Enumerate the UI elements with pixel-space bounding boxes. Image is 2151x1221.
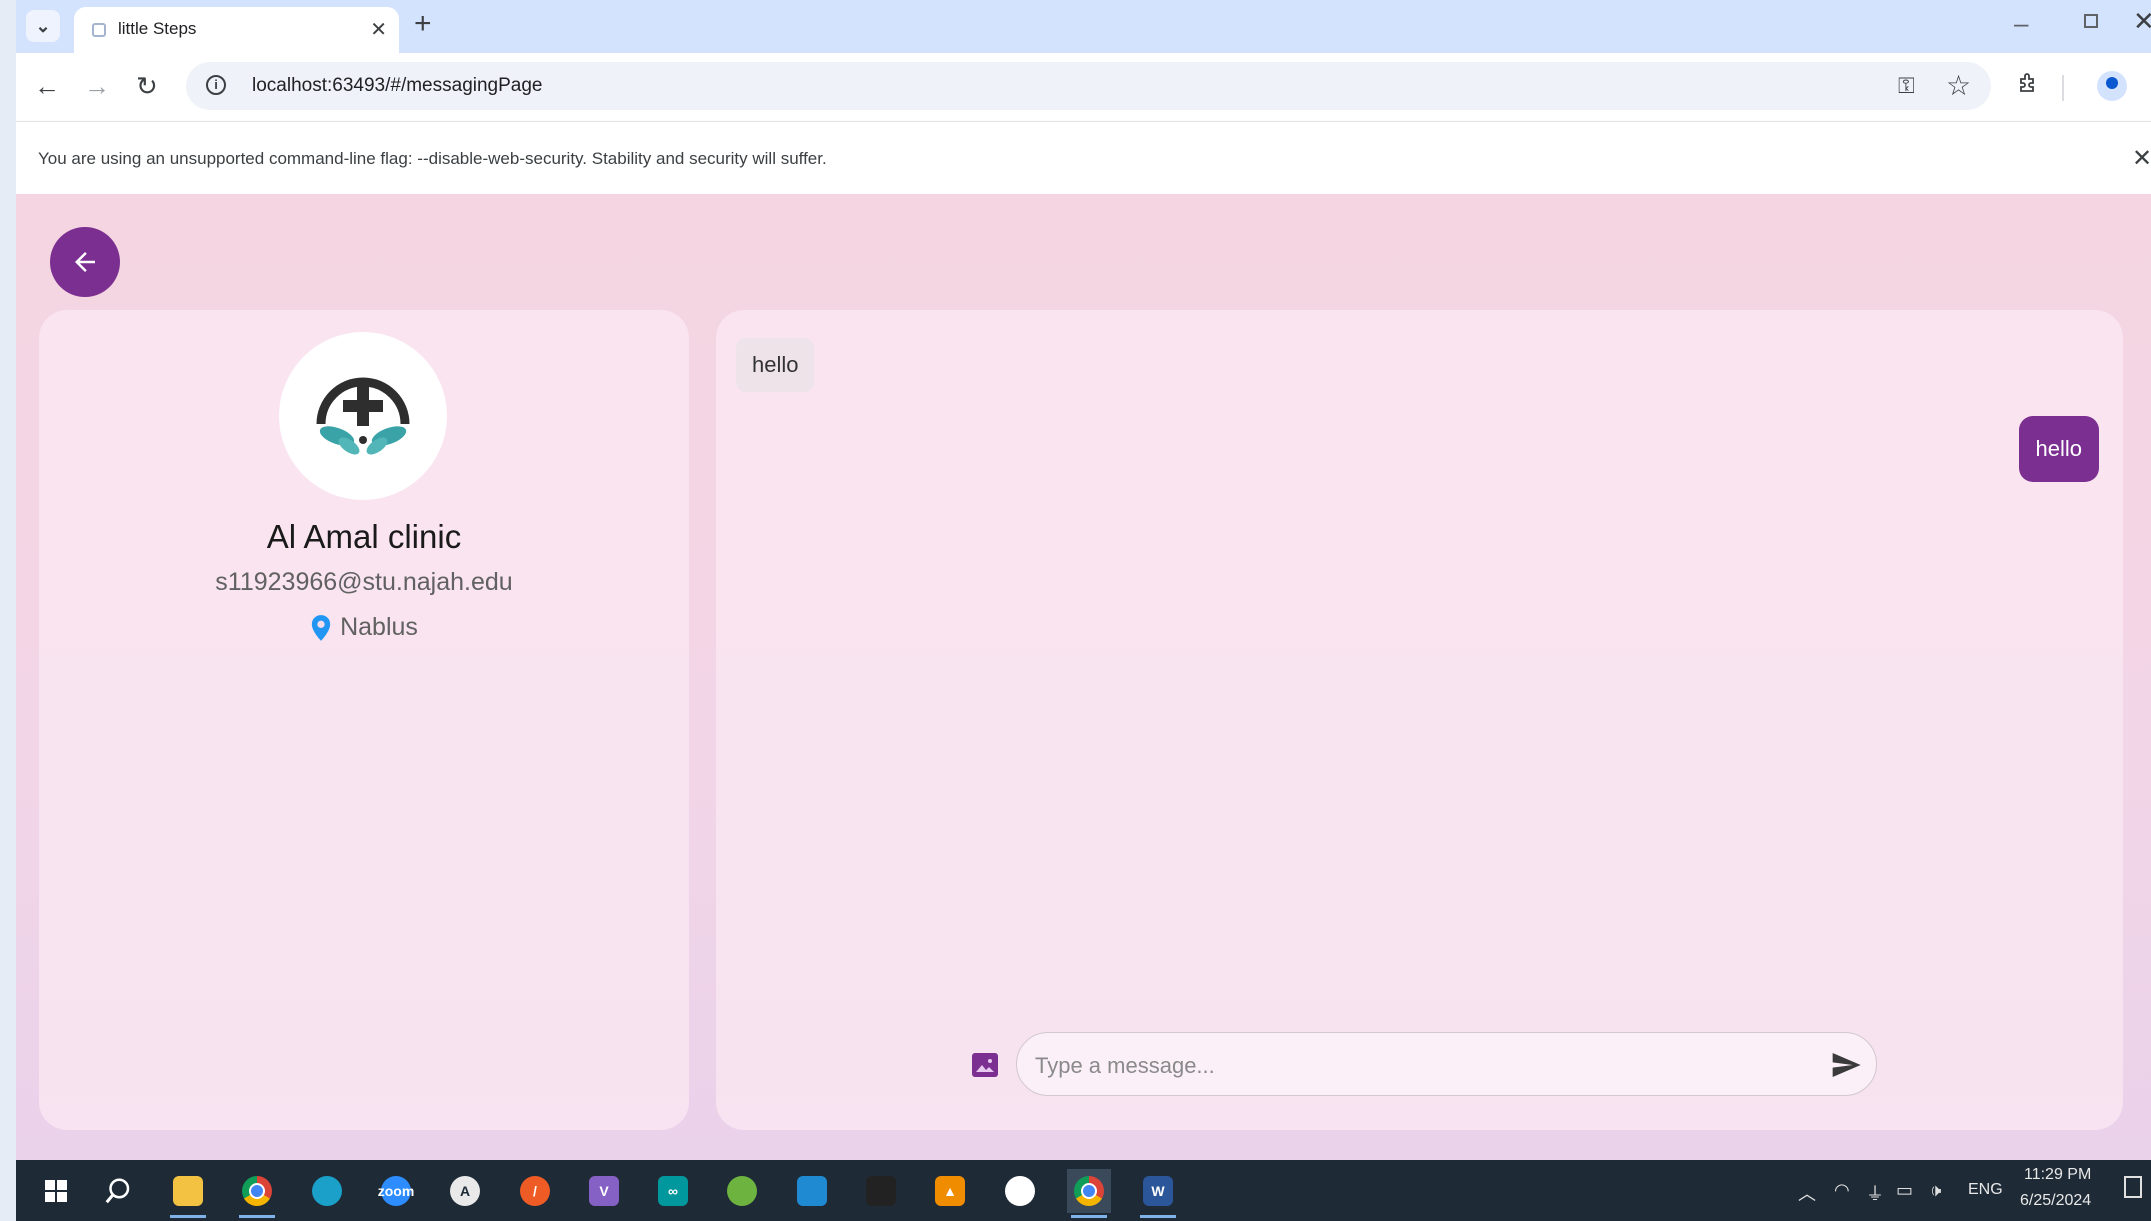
taskbar-app[interactable]: ▲	[928, 1169, 972, 1213]
tab-title: little Steps	[118, 19, 197, 38]
language-indicator[interactable]: ENG	[1968, 1181, 2003, 1199]
postman-icon: /	[520, 1176, 550, 1206]
messaging-page: Al Amal clinic s11923966@stu.najah.edu N…	[16, 194, 2151, 1160]
chrome-icon	[242, 1176, 272, 1206]
browser-tab-active[interactable]: little Steps ✕	[74, 7, 399, 53]
send-icon[interactable]	[1829, 1049, 1863, 1081]
address-bar[interactable]: i localhost:63493/#/messagingPage ⚿ ☆	[186, 62, 1991, 110]
taskbar-app[interactable]	[1067, 1169, 1111, 1218]
page-favicon-icon	[92, 23, 106, 37]
clock-date[interactable]: 6/25/2024	[2020, 1192, 2091, 1210]
tab-close-icon[interactable]: ✕	[370, 17, 387, 42]
message-input[interactable]	[1033, 1047, 1797, 1085]
start-button[interactable]	[34, 1169, 78, 1213]
profile-card: Al Amal clinic s11923966@stu.najah.edu N…	[39, 310, 689, 1130]
tab-strip: ⌄ little Steps ✕ + – ✕	[16, 0, 2151, 53]
taskbar-app[interactable]	[305, 1169, 349, 1213]
tab-search-button[interactable]: ⌄	[26, 10, 60, 42]
message-input-container	[1016, 1032, 1877, 1096]
taskbar-app[interactable]: V	[582, 1169, 626, 1213]
infobar-close-icon[interactable]: ✕	[2132, 144, 2151, 173]
clinic-email: s11923966@stu.najah.edu	[215, 568, 513, 596]
taskbar-app[interactable]: A	[443, 1169, 487, 1213]
clinic-avatar	[279, 332, 447, 500]
file-explorer-icon	[173, 1176, 203, 1206]
taskbar-app[interactable]	[998, 1169, 1042, 1213]
taskbar-app[interactable]: W	[1136, 1169, 1180, 1218]
taskbar-app[interactable]	[166, 1169, 210, 1218]
infobar-message: You are using an unsupported command-lin…	[38, 149, 827, 168]
running-indicator	[1140, 1215, 1176, 1218]
menu-dots-icon[interactable]: ⋮	[2142, 68, 2151, 97]
running-indicator	[1071, 1215, 1107, 1218]
desktop-edge	[0, 0, 16, 1221]
reload-icon[interactable]: ↻	[136, 73, 158, 99]
taskbar-app[interactable]	[790, 1169, 834, 1213]
running-indicator	[170, 1215, 206, 1218]
window-close-button[interactable]: ✕	[2133, 6, 2151, 37]
word-icon: W	[1143, 1176, 1173, 1206]
toolbar-divider	[2062, 75, 2064, 101]
location-text: Nablus	[340, 613, 418, 641]
attach-image-icon[interactable]	[972, 1053, 998, 1077]
profile-avatar-icon[interactable]	[2097, 71, 2127, 101]
windows-logo-icon	[45, 1180, 67, 1202]
incoming-message-bubble: hello	[736, 338, 815, 392]
vscode-icon	[797, 1176, 827, 1206]
taskbar-app[interactable]	[859, 1169, 903, 1213]
back-arrow-icon[interactable]: ←	[34, 73, 60, 99]
usb-icon[interactable]: ⏚	[1866, 1180, 1884, 1206]
spring-icon	[727, 1176, 757, 1206]
site-info-icon[interactable]: i	[206, 75, 226, 95]
zoom-icon: zoom	[378, 1176, 414, 1206]
outgoing-message-bubble: hello	[2018, 416, 2099, 482]
chrome-active-icon	[1074, 1176, 1104, 1206]
running-indicator	[239, 1215, 275, 1218]
forward-arrow-icon[interactable]: →	[84, 73, 110, 99]
search-icon	[105, 1178, 130, 1204]
arrow-left-icon	[75, 252, 95, 272]
taskbar-app[interactable]: /	[513, 1169, 557, 1213]
edge-icon	[312, 1176, 342, 1206]
taskbar-search-button[interactable]	[96, 1169, 140, 1213]
clinic-location: Nablus	[39, 613, 689, 642]
url-text[interactable]: localhost:63493/#/messagingPage	[252, 75, 542, 97]
browser-toolbar: ← → ↻ i localhost:63493/#/messagingPage …	[16, 53, 2151, 121]
warning-infobar: You are using an unsupported command-lin…	[16, 121, 2151, 195]
new-tab-button[interactable]: +	[414, 7, 432, 41]
notification-center-icon[interactable]	[2124, 1176, 2142, 1198]
chat-panel: hello hello	[716, 310, 2123, 1130]
password-key-icon[interactable]: ⚿	[1898, 73, 1915, 99]
clinic-name: Al Amal clinic	[266, 518, 462, 555]
windows-taskbar: zoom A / V ∞ ▲ W ︿ ◠ ⏚ ▭ 🕩 ENG 11:29 PM 6/25/2…	[16, 1160, 2151, 1221]
taskbar-app[interactable]	[720, 1169, 764, 1213]
taskbar-app[interactable]: ∞	[651, 1169, 695, 1213]
screen: ⌄ little Steps ✕ + – ✕ ← → ↻ i localhost…	[16, 0, 2151, 1221]
minimize-button[interactable]: –	[2014, 8, 2028, 39]
network-icon[interactable]: ◠	[1834, 1180, 1850, 1201]
vlc-icon: ▲	[935, 1176, 965, 1206]
mongodb-compass-icon	[1005, 1176, 1035, 1206]
taskbar-app[interactable]: zoom	[374, 1169, 418, 1213]
chevron-down-icon: ⌄	[35, 15, 51, 36]
clinic-logo-icon	[316, 377, 410, 455]
app-store-icon: A	[450, 1176, 480, 1206]
arduino-icon: ∞	[658, 1176, 688, 1206]
location-pin-icon	[311, 614, 331, 641]
back-button[interactable]	[50, 227, 120, 297]
visual-studio-icon: V	[589, 1176, 619, 1206]
taskbar-app[interactable]	[235, 1169, 279, 1218]
extensions-puzzle-icon[interactable]	[2016, 71, 2040, 102]
clock-time[interactable]: 11:29 PM	[2024, 1166, 2091, 1184]
restore-button[interactable]	[2084, 14, 2098, 28]
battery-icon[interactable]: ▭	[1896, 1180, 1913, 1201]
figma-icon	[866, 1176, 896, 1206]
bookmark-star-icon[interactable]: ☆	[1946, 69, 1971, 102]
volume-icon[interactable]: 🕩	[1930, 1180, 1941, 1201]
tray-chevron-up-icon[interactable]: ︿	[1798, 1180, 1816, 1206]
